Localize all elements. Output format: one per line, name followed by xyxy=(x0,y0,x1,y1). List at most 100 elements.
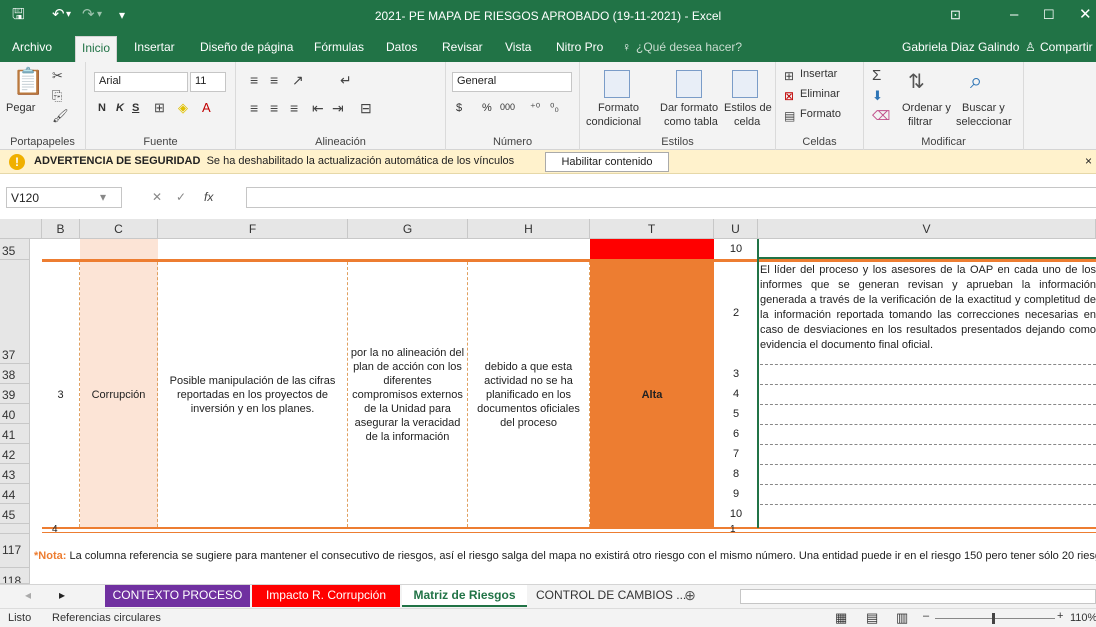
row-header-43[interactable]: 43 xyxy=(0,464,30,484)
currency-button[interactable]: $ xyxy=(456,102,462,114)
font-color-icon[interactable]: A xyxy=(202,100,211,116)
tab-datos[interactable]: Datos xyxy=(386,40,417,54)
row-header-117[interactable]: 117 xyxy=(0,534,30,568)
row-header-41[interactable]: 41 xyxy=(0,424,30,444)
tab-insertar[interactable]: Insertar xyxy=(134,40,175,54)
clear-icon[interactable]: ⌫ xyxy=(872,108,890,124)
row-header-45[interactable]: 45 xyxy=(0,504,30,524)
row-header-46[interactable] xyxy=(0,524,30,534)
col-header-f[interactable]: F xyxy=(158,219,348,239)
cell-b46[interactable]: 4 xyxy=(52,525,72,534)
paste-button[interactable]: Pegar xyxy=(6,102,35,114)
cell-u44[interactable]: 9 xyxy=(714,484,758,504)
find-select-label-2[interactable]: seleccionar xyxy=(956,116,1012,128)
percent-button[interactable]: % xyxy=(482,102,492,114)
tab-revisar[interactable]: Revisar xyxy=(442,40,483,54)
maximize-icon[interactable]: ☐ xyxy=(1043,5,1055,25)
format-table-label-2[interactable]: como tabla xyxy=(664,116,718,128)
name-box-dropdown-icon[interactable]: ▾ xyxy=(100,190,106,204)
cell-u43[interactable]: 8 xyxy=(714,464,758,484)
zoom-slider[interactable] xyxy=(935,618,1055,619)
bold-button[interactable]: N xyxy=(98,102,106,114)
format-cells-button[interactable]: Formato xyxy=(800,108,841,120)
format-table-icon[interactable] xyxy=(676,70,702,98)
row-header-37[interactable]: 37 xyxy=(0,260,30,364)
cell-styles-label-1[interactable]: Estilos de xyxy=(724,102,772,114)
col-header-b[interactable]: B xyxy=(42,219,80,239)
sheet-tab-control-cambios[interactable]: CONTROL DE CAMBIOS ... xyxy=(536,585,686,607)
col-header-u[interactable]: U xyxy=(714,219,758,239)
normal-view-icon[interactable]: ▦ xyxy=(835,610,847,626)
formula-input[interactable] xyxy=(246,187,1096,208)
delete-cells-button[interactable]: Eliminar xyxy=(800,88,840,100)
find-select-label-1[interactable]: Buscar y xyxy=(962,102,1005,114)
ribbon-display-icon[interactable]: ⊡ xyxy=(950,5,961,25)
minimize-icon[interactable]: – xyxy=(1010,5,1018,25)
cell-u40[interactable]: 5 xyxy=(714,404,758,424)
conditional-format-label-1[interactable]: Formato xyxy=(598,102,639,114)
close-bar-icon[interactable]: × xyxy=(1085,154,1092,168)
user-name[interactable]: Gabriela Diaz Galindo xyxy=(902,40,1019,54)
col-header-h[interactable]: H xyxy=(468,219,590,239)
underline-button[interactable]: S xyxy=(132,102,139,114)
zoom-out-icon[interactable]: – xyxy=(923,610,929,622)
row-header-39[interactable]: 39 xyxy=(0,384,30,404)
insert-function-icon[interactable]: fx xyxy=(204,190,213,204)
cell-u38[interactable]: 3 xyxy=(714,364,758,384)
sheet-tab-impacto[interactable]: Impacto R. Corrupción xyxy=(252,585,400,607)
find-select-icon[interactable]: ⌕ xyxy=(970,70,982,92)
row-header-118[interactable]: 118 xyxy=(0,568,30,584)
row-header-40[interactable]: 40 xyxy=(0,404,30,424)
cell-u42[interactable]: 7 xyxy=(714,444,758,464)
thousands-button[interactable]: 000 xyxy=(500,102,515,112)
row-header-44[interactable]: 44 xyxy=(0,484,30,504)
zoom-in-icon[interactable]: + xyxy=(1057,610,1063,622)
insert-cells-button[interactable]: Insertar xyxy=(800,68,837,80)
sort-filter-label-2[interactable]: filtrar xyxy=(908,116,932,128)
next-sheet-icon[interactable]: ▸ xyxy=(52,585,72,607)
row-header-42[interactable]: 42 xyxy=(0,444,30,464)
cancel-icon[interactable]: ✕ xyxy=(152,190,162,204)
align-left-icon[interactable]: ≡ xyxy=(250,100,258,116)
increase-indent-icon[interactable]: ⇥ xyxy=(332,100,344,116)
increase-decimal-icon[interactable]: ⁺⁰ xyxy=(530,100,540,116)
insert-cells-icon[interactable]: ⊞ xyxy=(784,68,794,84)
fill-icon[interactable]: ⬇ xyxy=(872,88,883,104)
cell-t-level[interactable]: Alta xyxy=(590,262,714,527)
sheet-tab-contexto[interactable]: CONTEXTO PROCESO xyxy=(105,585,250,607)
close-icon[interactable]: ✕ xyxy=(1079,5,1092,25)
tab-diseno-pagina[interactable]: Diseño de página xyxy=(200,40,293,54)
cell-h-cause[interactable]: debido a que esta actividad no se ha pla… xyxy=(468,262,590,527)
sort-filter-label-1[interactable]: Ordenar y xyxy=(902,102,951,114)
cell-u35[interactable]: 10 xyxy=(714,239,758,259)
tab-inicio[interactable]: Inicio xyxy=(75,36,118,62)
tell-me-box[interactable]: ¿Qué desea hacer? xyxy=(636,40,742,54)
align-top-icon[interactable]: ≡ xyxy=(250,72,258,88)
italic-button[interactable]: K xyxy=(116,102,124,114)
tab-vista[interactable]: Vista xyxy=(505,40,531,54)
cell-g-cause[interactable]: por la no alineación del plan de acción … xyxy=(348,262,468,527)
col-header-v[interactable]: V xyxy=(758,219,1096,239)
row-header-38[interactable]: 38 xyxy=(0,364,30,384)
autosum-icon[interactable]: Σ xyxy=(872,68,881,84)
cell-v37-control[interactable]: El líder del proceso y los asesores de l… xyxy=(760,263,1096,363)
share-button[interactable]: Compartir xyxy=(1040,40,1093,54)
add-sheet-icon[interactable]: ⊕ xyxy=(680,585,700,607)
cell-b-number[interactable]: 3 xyxy=(42,262,80,527)
enable-content-button[interactable]: Habilitar contenido xyxy=(545,152,669,172)
conditional-format-icon[interactable] xyxy=(604,70,630,98)
merge-center-icon[interactable]: ⊟ xyxy=(360,100,372,116)
cell-styles-label-2[interactable]: celda xyxy=(734,116,760,128)
align-right-icon[interactable]: ≡ xyxy=(290,100,298,116)
zoom-level[interactable]: 110% xyxy=(1070,612,1096,624)
number-format-select[interactable]: General xyxy=(452,72,572,92)
select-all-corner[interactable] xyxy=(0,219,42,239)
borders-icon[interactable]: ⊞ xyxy=(154,100,165,116)
cell-u45[interactable]: 10 xyxy=(714,504,758,524)
cell-u41[interactable]: 6 xyxy=(714,424,758,444)
page-layout-icon[interactable]: ▤ xyxy=(866,610,878,626)
format-table-label-1[interactable]: Dar formato xyxy=(660,102,718,114)
col-header-t[interactable]: T xyxy=(590,219,714,239)
sort-filter-icon[interactable]: ⇅ xyxy=(908,72,925,92)
note-row[interactable]: *Nota: La columna referencia se sugiere … xyxy=(34,550,1096,562)
